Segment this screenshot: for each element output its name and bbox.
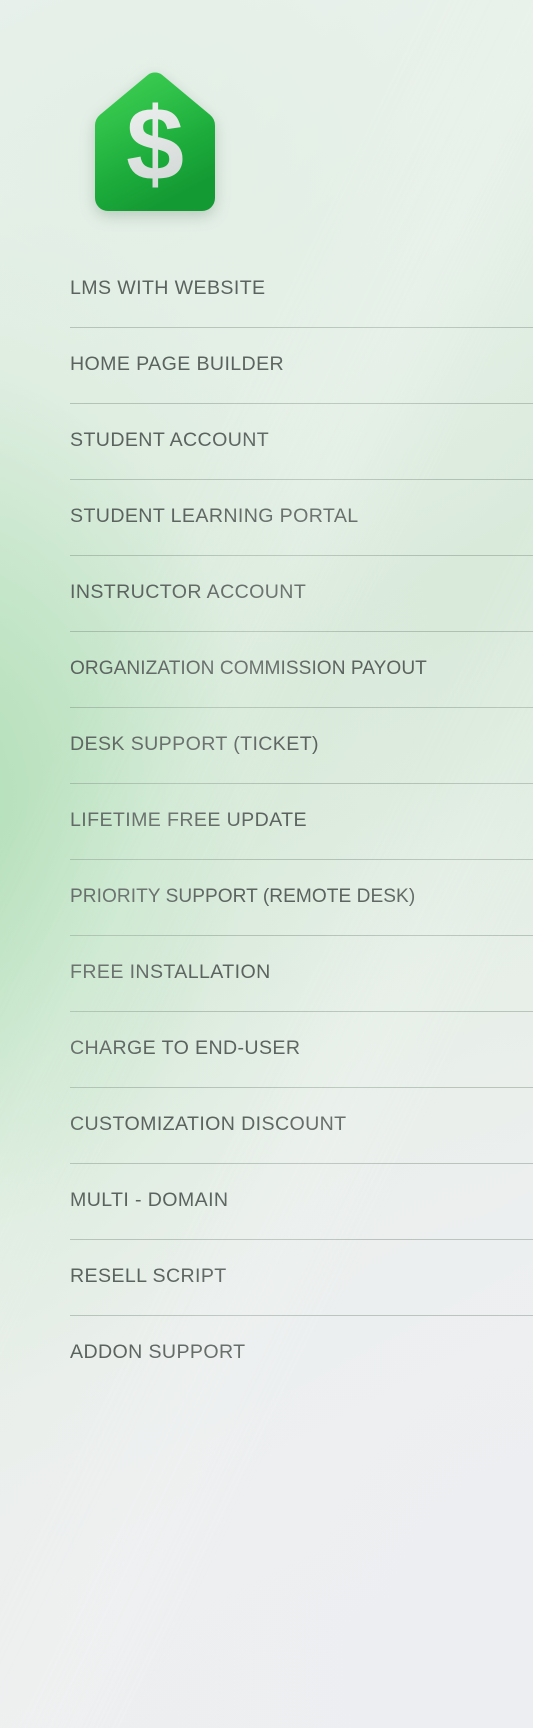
feature-list: LMS WITH WEBSITE HOME PAGE BUILDER STUDE… bbox=[0, 251, 533, 1391]
brand-logo: $ bbox=[81, 67, 229, 215]
svg-text:$: $ bbox=[126, 87, 184, 203]
feature-item[interactable]: MULTI - DOMAIN bbox=[0, 1163, 533, 1239]
feature-item[interactable]: FREE INSTALLATION bbox=[0, 935, 533, 1011]
feature-item[interactable]: DESK SUPPORT (TICKET) bbox=[0, 707, 533, 783]
feature-label: ADDON SUPPORT bbox=[70, 1341, 246, 1364]
pricing-feature-panel: $ LMS WITH WEBSITE HOME PAGE BUILDER STU… bbox=[0, 0, 533, 1728]
feature-label: LMS WITH WEBSITE bbox=[70, 277, 266, 300]
feature-item[interactable]: STUDENT LEARNING PORTAL bbox=[0, 479, 533, 555]
feature-label: HOME PAGE BUILDER bbox=[70, 353, 285, 376]
feature-label: CHARGE TO END-USER bbox=[70, 1037, 301, 1060]
feature-item[interactable]: CHARGE TO END-USER bbox=[0, 1011, 533, 1087]
feature-item[interactable]: INSTRUCTOR ACCOUNT bbox=[0, 555, 533, 631]
dollar-sign-house-badge-icon: $ bbox=[95, 72, 215, 211]
feature-label: CUSTOMIZATION DISCOUNT bbox=[70, 1113, 347, 1136]
feature-label: INSTRUCTOR ACCOUNT bbox=[70, 581, 307, 604]
feature-item[interactable]: LIFETIME FREE UPDATE bbox=[0, 783, 533, 859]
feature-item[interactable]: LMS WITH WEBSITE bbox=[0, 251, 533, 327]
feature-label: DESK SUPPORT (TICKET) bbox=[70, 733, 319, 756]
feature-label: ORGANIZATION COMMISSION PAYOUT bbox=[70, 658, 427, 680]
feature-item[interactable]: ADDON SUPPORT bbox=[0, 1315, 533, 1391]
feature-item[interactable]: HOME PAGE BUILDER bbox=[0, 327, 533, 403]
feature-label: STUDENT LEARNING PORTAL bbox=[70, 505, 359, 528]
feature-label: PRIORITY SUPPORT (REMOTE DESK) bbox=[70, 886, 416, 908]
feature-item[interactable]: RESELL SCRIPT bbox=[0, 1239, 533, 1315]
feature-item[interactable]: CUSTOMIZATION DISCOUNT bbox=[0, 1087, 533, 1163]
feature-label: RESELL SCRIPT bbox=[70, 1265, 227, 1288]
feature-label: FREE INSTALLATION bbox=[70, 961, 271, 984]
feature-item[interactable]: STUDENT ACCOUNT bbox=[0, 403, 533, 479]
feature-label: LIFETIME FREE UPDATE bbox=[70, 809, 307, 832]
feature-label: MULTI - DOMAIN bbox=[70, 1189, 229, 1212]
feature-item[interactable]: PRIORITY SUPPORT (REMOTE DESK) bbox=[0, 859, 533, 935]
feature-label: STUDENT ACCOUNT bbox=[70, 429, 270, 452]
feature-item[interactable]: ORGANIZATION COMMISSION PAYOUT bbox=[0, 631, 533, 707]
